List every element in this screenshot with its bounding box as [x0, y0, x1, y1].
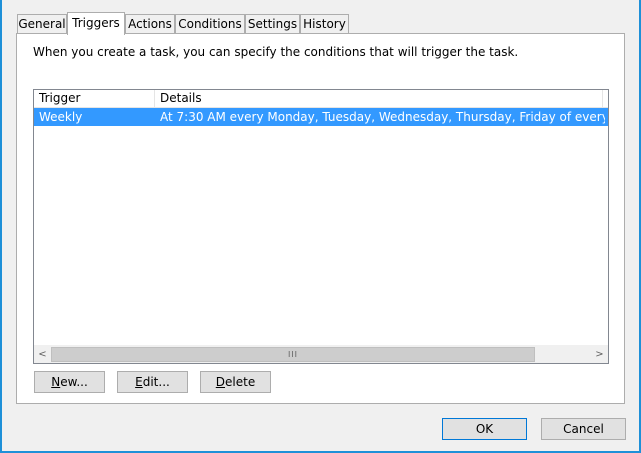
delete-trigger-button[interactable]: Delete [200, 371, 271, 393]
tab-actions[interactable]: Actions [125, 14, 175, 33]
delete-button-mnemonic: D [215, 375, 226, 389]
tab-settings[interactable]: Settings [245, 14, 300, 33]
list-header: Trigger Details S [34, 90, 608, 108]
cancel-button[interactable]: Cancel [541, 418, 626, 440]
edit-trigger-button[interactable]: Edit... [117, 371, 188, 393]
triggers-list[interactable]: Trigger Details S Weekly At 7:30 AM ever… [33, 89, 609, 364]
scroll-thumb[interactable]: III [51, 347, 535, 362]
tab-conditions[interactable]: Conditions [175, 14, 245, 33]
delete-button-label: elete [225, 375, 256, 389]
scroll-left-arrow-icon[interactable]: < [34, 346, 51, 363]
window-border-left [0, 0, 2, 453]
tab-history[interactable]: History [300, 14, 349, 33]
triggers-description: When you create a task, you can specify … [33, 45, 519, 59]
status-cell: E [603, 108, 608, 126]
tab-triggers[interactable]: Triggers [67, 12, 125, 35]
new-button-label: ew... [60, 375, 88, 389]
new-trigger-button[interactable]: New... [34, 371, 105, 393]
trigger-cell: Weekly [39, 110, 83, 124]
details-cell: At 7:30 AM every Monday, Tuesday, Wednes… [160, 110, 605, 124]
scroll-right-arrow-icon[interactable]: > [591, 346, 608, 363]
edit-button-mnemonic: E [135, 375, 143, 389]
tab-general[interactable]: General [17, 14, 67, 33]
triggers-tab-page: When you create a task, you can specify … [16, 33, 625, 404]
column-header-trigger[interactable]: Trigger [34, 90, 155, 107]
horizontal-scrollbar[interactable]: < III > [34, 345, 608, 363]
ok-button[interactable]: OK [442, 418, 527, 440]
new-button-mnemonic: N [51, 375, 61, 389]
thumb-grip-icon: III [287, 350, 299, 359]
edit-button-label: dit... [142, 375, 170, 389]
column-header-details[interactable]: Details [155, 90, 603, 107]
table-row[interactable]: Weekly At 7:30 AM every Monday, Tuesday,… [34, 108, 608, 126]
column-header-status[interactable]: S [603, 90, 608, 107]
